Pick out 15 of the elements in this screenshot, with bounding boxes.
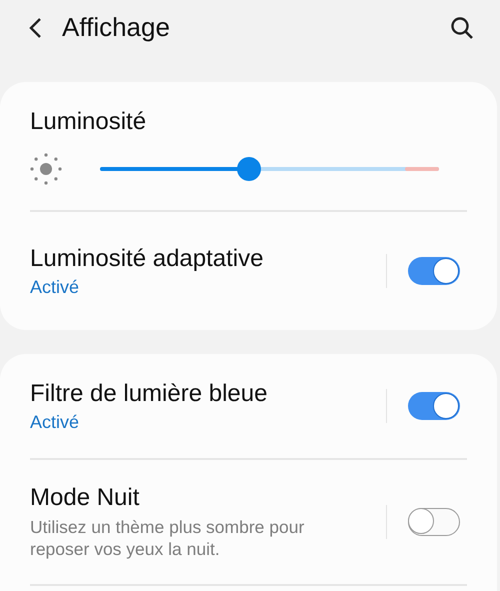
section-title: Luminosité xyxy=(30,107,148,137)
toggle-switch[interactable] xyxy=(408,392,460,420)
search-icon[interactable] xyxy=(450,16,474,40)
toggle-switch[interactable] xyxy=(408,508,460,536)
sun-icon xyxy=(30,153,62,185)
setting-title: Luminosité adaptative xyxy=(30,244,264,272)
brightness-slider[interactable] xyxy=(100,157,439,181)
setting-description: Utilisez un thème plus sombre pour reposer vos yeux la nuit. xyxy=(30,516,306,560)
setting-title: Filtre de lumière bleue xyxy=(30,380,268,408)
setting-status: Activé xyxy=(30,276,80,298)
screen-title: Affichage xyxy=(62,12,171,43)
setting-title: Mode Nuit xyxy=(30,484,140,512)
toggle-switch[interactable] xyxy=(408,257,460,285)
setting-status: Activé xyxy=(30,412,80,432)
back-icon[interactable] xyxy=(28,16,42,38)
